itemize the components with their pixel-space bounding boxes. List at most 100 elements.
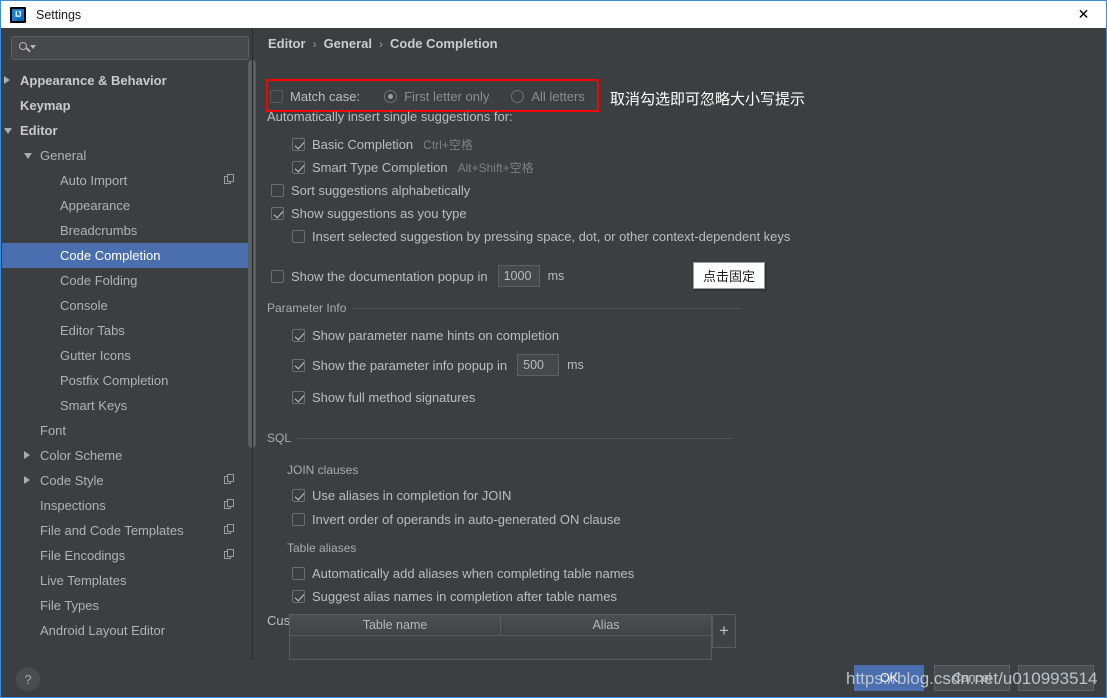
sort-suggestions-label: Sort suggestions alphabetically xyxy=(291,183,471,198)
sidebar-item-keymap[interactable]: Keymap xyxy=(2,93,253,118)
sidebar-item-auto-import[interactable]: Auto Import xyxy=(2,168,253,193)
sidebar-item-smart-keys[interactable]: Smart Keys xyxy=(2,393,253,418)
sidebar-item-code-folding[interactable]: Code Folding xyxy=(2,268,253,293)
basic-completion-row: Basic Completion Ctrl+空格 xyxy=(292,136,473,153)
table-aliases-header: Table aliases xyxy=(287,541,357,555)
invert-order-operands-checkbox[interactable] xyxy=(292,513,305,526)
sidebar-item-label: Android Layout Editor xyxy=(40,623,166,638)
cancel-button[interactable]: Cancel xyxy=(934,665,1010,691)
settings-sidebar: Appearance & Behavior Keymap Editor General… xyxy=(2,28,260,660)
parameter-info-unit: ms xyxy=(567,358,584,372)
parameter-info-popup-checkbox[interactable] xyxy=(292,358,305,372)
doc-popup-label: Show the documentation popup in xyxy=(291,268,488,284)
parameter-info-popup-row: Show the parameter info popup in ms xyxy=(292,354,584,376)
parameter-info-delay-input[interactable] xyxy=(517,354,560,376)
sidebar-item-console[interactable]: Console xyxy=(2,293,253,318)
sidebar-item-label: Console xyxy=(60,298,108,313)
settings-content-pane: Editor › General › Code Completion Match… xyxy=(260,28,1106,660)
radio-all-letters[interactable]: All letters xyxy=(511,89,585,104)
sort-suggestions-row: Sort suggestions alphabetically xyxy=(271,183,470,198)
radio-all-letters-button[interactable] xyxy=(511,90,525,103)
sort-suggestions-checkbox[interactable] xyxy=(271,184,284,197)
breadcrumb-editor[interactable]: Editor xyxy=(268,36,306,51)
sidebar-item-general[interactable]: General xyxy=(2,143,253,168)
chevron-down-icon[interactable] xyxy=(24,153,32,159)
sidebar-item-label: Appearance xyxy=(60,198,131,213)
sidebar-item-appearance-behavior[interactable]: Appearance & Behavior xyxy=(2,68,253,93)
doc-popup-checkbox[interactable] xyxy=(271,269,284,283)
parameter-info-section-header: Parameter Info xyxy=(267,301,742,315)
match-case-row: Match case: First letter only All letter… xyxy=(270,89,585,104)
sidebar-item-label: Live Templates xyxy=(40,573,127,588)
insert-selected-suggestion-label: Insert selected suggestion by pressing s… xyxy=(312,229,791,244)
radio-first-letter-only-button[interactable] xyxy=(384,90,398,103)
sidebar-item-label: Postfix Completion xyxy=(60,373,169,388)
doc-popup-delay-input[interactable] xyxy=(497,265,540,287)
sidebar-item-font[interactable]: Font xyxy=(2,418,253,443)
sidebar-item-editor-tabs[interactable]: Editor Tabs xyxy=(2,318,253,343)
full-method-signatures-checkbox[interactable] xyxy=(292,391,305,404)
chevron-down-icon[interactable] xyxy=(4,128,12,134)
breadcrumb-separator-2: › xyxy=(378,36,383,51)
sidebar-item-file-and-code-templates[interactable]: File and Code Templates xyxy=(2,518,253,543)
sidebar-item-color-scheme[interactable]: Color Scheme xyxy=(2,443,253,468)
sidebar-item-label: Smart Keys xyxy=(60,398,128,413)
add-alias-button[interactable]: + xyxy=(712,614,736,648)
sidebar-item-inspections[interactable]: Inspections xyxy=(2,493,253,518)
radio-first-letter-only[interactable]: First letter only xyxy=(384,89,489,104)
parameter-name-hints-label: Show parameter name hints on completion xyxy=(312,328,560,343)
title-bar: Settings ✕ xyxy=(1,1,1106,28)
apply-button[interactable] xyxy=(1018,665,1094,691)
insert-selected-suggestion-row: Insert selected suggestion by pressing s… xyxy=(292,229,790,244)
smart-type-completion-shortcut: Alt+Shift+空格 xyxy=(457,161,534,175)
suggest-alias-names-checkbox[interactable] xyxy=(292,590,305,603)
close-icon[interactable]: ✕ xyxy=(1061,1,1106,28)
sidebar-item-file-encodings[interactable]: File Encodings xyxy=(2,543,253,568)
chevron-right-icon[interactable] xyxy=(24,451,30,459)
basic-completion-checkbox[interactable] xyxy=(292,138,305,151)
sidebar-item-postfix-completion[interactable]: Postfix Completion xyxy=(2,368,253,393)
ok-button[interactable]: OK xyxy=(854,665,924,691)
sidebar-item-label: Code Style xyxy=(40,473,104,488)
pin-tooltip: 点击固定 xyxy=(693,262,766,289)
show-suggestions-row: Show suggestions as you type xyxy=(271,206,467,221)
search-input[interactable] xyxy=(39,40,248,56)
sql-section-label: SQL xyxy=(267,431,292,445)
chinese-annotation: 取消勾选即可忽略大小写提示 xyxy=(610,91,806,108)
search-box[interactable] xyxy=(11,36,249,60)
auto-insert-header: Automatically insert single suggestions … xyxy=(267,109,513,124)
auto-add-aliases-checkbox[interactable] xyxy=(292,567,305,580)
settings-tree: Appearance & Behavior Keymap Editor General… xyxy=(2,68,253,660)
show-suggestions-checkbox[interactable] xyxy=(271,207,284,220)
sidebar-item-code-completion[interactable]: Code Completion xyxy=(2,243,253,268)
chevron-right-icon[interactable] xyxy=(24,476,30,484)
column-header-table-name[interactable]: Table name xyxy=(290,615,501,635)
parameter-name-hints-checkbox[interactable] xyxy=(292,329,305,342)
use-aliases-join-checkbox[interactable] xyxy=(292,489,305,502)
sidebar-item-android-layout-editor[interactable]: Android Layout Editor xyxy=(2,618,253,643)
help-icon[interactable]: ? xyxy=(16,667,40,691)
radio-all-letters-label: All letters xyxy=(531,89,585,104)
chevron-right-icon[interactable] xyxy=(4,76,10,84)
use-aliases-join-label: Use aliases in completion for JOIN xyxy=(312,488,512,503)
sidebar-item-live-templates[interactable]: Live Templates xyxy=(2,568,253,593)
sidebar-item-label: Editor Tabs xyxy=(60,323,125,338)
breadcrumb-code-completion: Code Completion xyxy=(389,36,498,51)
auto-add-aliases-label: Automatically add aliases when completin… xyxy=(312,566,635,581)
smart-type-completion-row: Smart Type Completion Alt+Shift+空格 xyxy=(292,159,534,176)
sidebar-item-breadcrumbs[interactable]: Breadcrumbs xyxy=(2,218,253,243)
sidebar-item-label: File Types xyxy=(40,598,100,613)
insert-selected-suggestion-checkbox[interactable] xyxy=(292,230,305,243)
custom-aliases-table-body[interactable] xyxy=(290,635,711,659)
custom-aliases-table-header: Table name Alias xyxy=(290,615,711,635)
sidebar-item-gutter-icons[interactable]: Gutter Icons xyxy=(2,343,253,368)
column-header-alias[interactable]: Alias xyxy=(501,615,711,635)
sidebar-item-editor[interactable]: Editor xyxy=(2,118,253,143)
sidebar-item-code-style[interactable]: Code Style xyxy=(2,468,253,493)
smart-type-completion-label: Smart Type Completion xyxy=(312,160,448,175)
sidebar-item-file-types[interactable]: File Types xyxy=(2,593,253,618)
smart-type-completion-checkbox[interactable] xyxy=(292,161,305,174)
match-case-checkbox[interactable] xyxy=(270,90,283,103)
breadcrumb-general[interactable]: General xyxy=(324,36,372,51)
sidebar-item-appearance[interactable]: Appearance xyxy=(2,193,253,218)
